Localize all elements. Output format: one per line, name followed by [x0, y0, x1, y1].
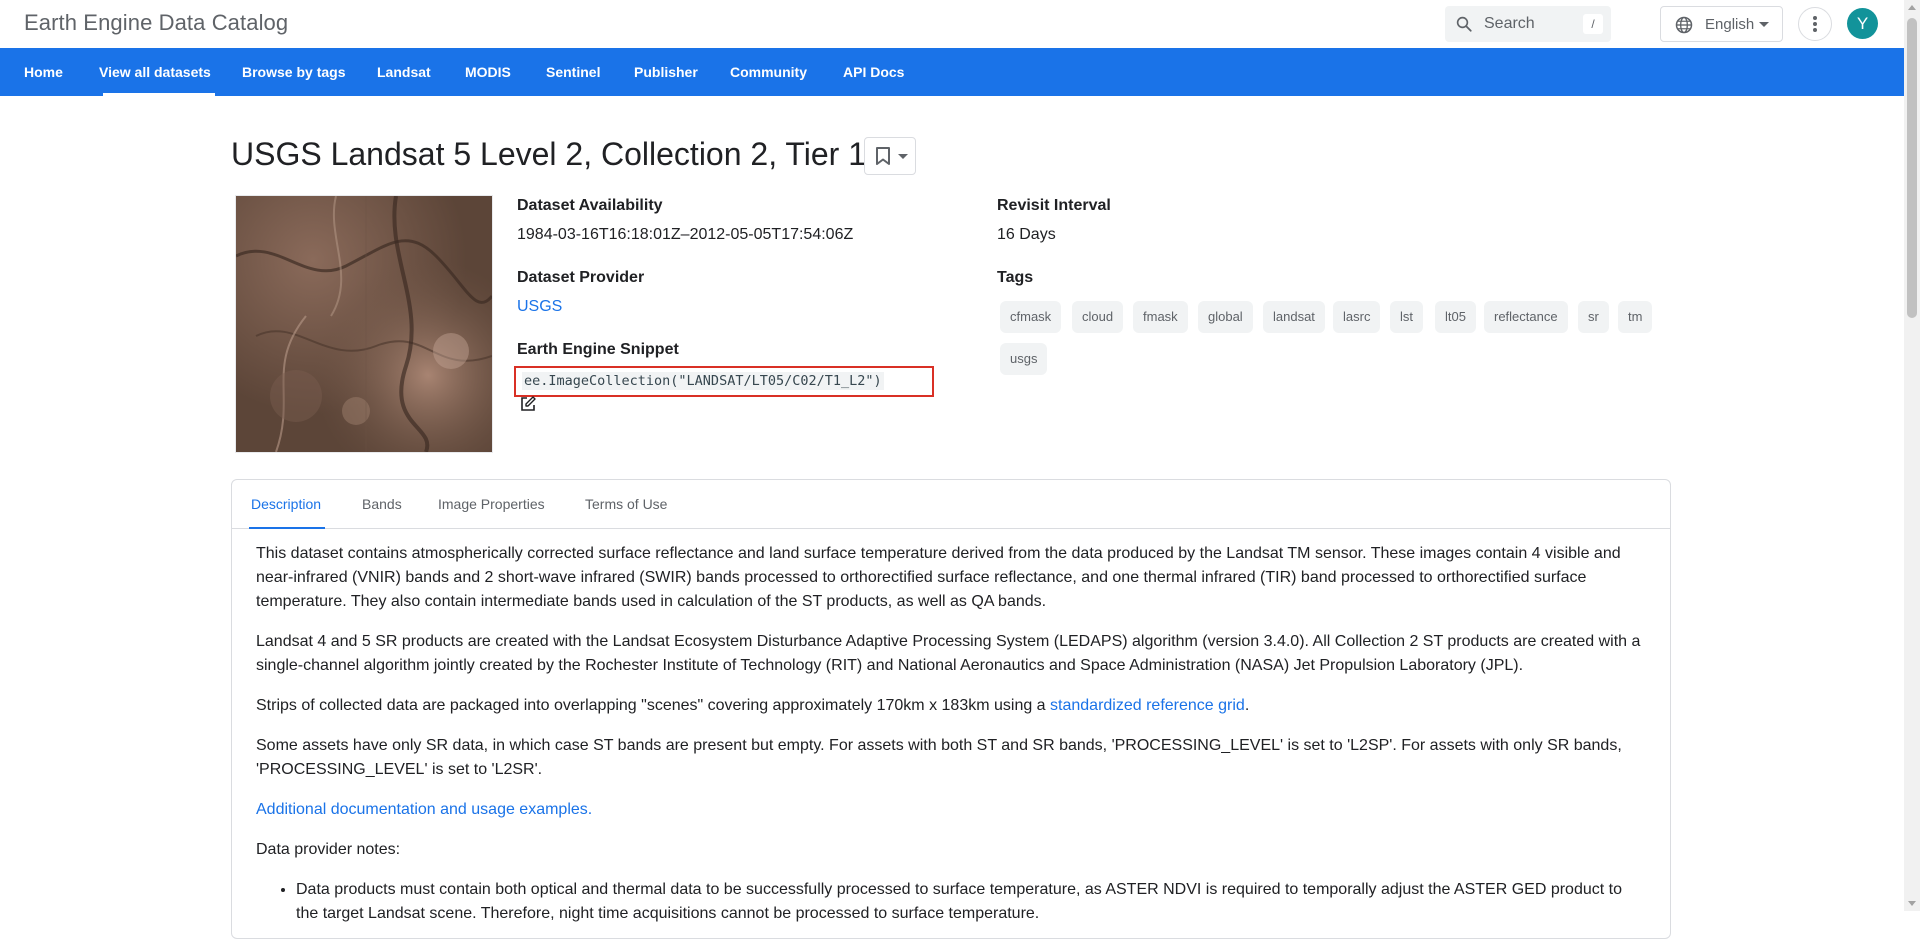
reference-grid-link[interactable]: standardized reference grid — [1050, 697, 1245, 714]
dataset-thumbnail — [236, 196, 492, 452]
tag-chip[interactable]: usgs — [1000, 343, 1048, 375]
tag-chip[interactable]: sr — [1578, 301, 1609, 333]
tab-bands[interactable]: Bands — [362, 480, 402, 528]
language-selector[interactable]: English — [1660, 6, 1783, 42]
provider-label: Dataset Provider — [517, 269, 645, 286]
top-header: Earth Engine Data Catalog Search / Engli… — [0, 0, 1904, 48]
dataset-details-card: Description Bands Image Properties Terms… — [231, 479, 1671, 939]
language-label: English — [1705, 16, 1755, 33]
description-paragraph: Data provider notes: — [256, 841, 401, 858]
description-text: . — [1244, 697, 1250, 714]
provider-link[interactable]: USGS — [517, 298, 562, 316]
description-text: Strips of collected data are packaged in… — [256, 697, 1051, 714]
list-item: Data products must contain both optical … — [296, 878, 1646, 926]
nav-publisher[interactable]: Publisher — [634, 48, 698, 96]
search-icon — [1456, 16, 1472, 32]
open-in-editor-icon[interactable] — [520, 396, 536, 412]
search-shortcut-key: / — [1583, 14, 1603, 34]
nav-browse-by-tags[interactable]: Browse by tags — [242, 48, 345, 96]
search-input[interactable]: Search / — [1445, 6, 1611, 42]
page-scrollbar[interactable] — [1904, 0, 1920, 911]
nav-home[interactable]: Home — [24, 48, 63, 96]
revisit-label: Revisit Interval — [997, 197, 1111, 214]
more-vert-icon — [1813, 16, 1817, 20]
main-nav: Home View all datasets Browse by tags La… — [0, 48, 1904, 96]
tag-chip[interactable]: lasrc — [1333, 301, 1381, 333]
nav-api-docs[interactable]: API Docs — [843, 48, 904, 96]
nav-view-all-datasets[interactable]: View all datasets — [99, 48, 215, 96]
nav-sentinel[interactable]: Sentinel — [546, 48, 600, 96]
page-title: USGS Landsat 5 Level 2, Collection 2, Ti… — [231, 136, 867, 172]
tab-image-properties[interactable]: Image Properties — [438, 480, 545, 528]
scroll-down-arrow-icon[interactable] — [1908, 901, 1916, 906]
earth-engine-snippet[interactable]: ee.ImageCollection("LANDSAT/LT05/C02/T1_… — [514, 366, 934, 397]
nav-community[interactable]: Community — [730, 48, 807, 96]
app-title[interactable]: Earth Engine Data Catalog — [24, 10, 288, 36]
tag-chip[interactable]: global — [1198, 301, 1253, 333]
tags-label: Tags — [997, 269, 1034, 286]
snippet-code[interactable]: ee.ImageCollection("LANDSAT/LT05/C02/T1_… — [522, 372, 884, 390]
revisit-value: 16 Days — [997, 226, 1056, 243]
tag-chip[interactable]: tm — [1618, 301, 1653, 333]
scroll-up-arrow-icon[interactable] — [1908, 5, 1916, 10]
availability-value: 1984-03-16T16:18:01Z–2012-05-05T17:54:06… — [517, 226, 854, 243]
nav-modis[interactable]: MODIS — [465, 48, 511, 96]
description-body: This dataset contains atmospherically co… — [256, 542, 1646, 926]
tab-bar: Description Bands Image Properties Terms… — [232, 480, 1670, 529]
description-paragraph: This dataset contains atmospherically co… — [256, 545, 1621, 610]
chevron-down-icon — [1759, 22, 1769, 27]
chevron-down-icon — [898, 154, 908, 159]
tag-chip[interactable]: fmask — [1133, 301, 1188, 333]
more-options-button[interactable] — [1798, 7, 1832, 41]
search-placeholder: Search — [1484, 15, 1535, 32]
description-paragraph: Some assets have only SR data, in which … — [256, 737, 1622, 778]
description-paragraph: Landsat 4 and 5 SR products are created … — [256, 633, 1641, 674]
snippet-label: Earth Engine Snippet — [517, 341, 679, 358]
tag-chip[interactable]: landsat — [1263, 301, 1325, 333]
tag-chip[interactable]: lst — [1390, 301, 1423, 333]
tag-chip[interactable]: reflectance — [1484, 301, 1568, 333]
avatar[interactable]: Y — [1847, 8, 1878, 39]
additional-docs-link[interactable]: Additional documentation and usage examp… — [256, 801, 592, 818]
tag-chip[interactable]: lt05 — [1435, 301, 1476, 333]
tab-description[interactable]: Description — [248, 480, 326, 529]
tab-terms-of-use[interactable]: Terms of Use — [585, 480, 667, 528]
tag-chip[interactable]: cloud — [1072, 301, 1124, 333]
bookmark-icon — [876, 147, 890, 165]
provider-notes-list: Data products must contain both optical … — [256, 878, 1646, 926]
globe-icon — [1675, 16, 1693, 34]
nav-landsat[interactable]: Landsat — [377, 48, 431, 96]
availability-label: Dataset Availability — [517, 197, 663, 214]
tag-chip[interactable]: cfmask — [1000, 301, 1062, 333]
description-paragraph: Strips of collected data are packaged in… — [256, 694, 1646, 718]
bookmark-button[interactable] — [864, 137, 916, 175]
scrollbar-thumb[interactable] — [1907, 18, 1917, 318]
description-paragraph: Additional documentation and usage examp… — [256, 798, 1646, 822]
